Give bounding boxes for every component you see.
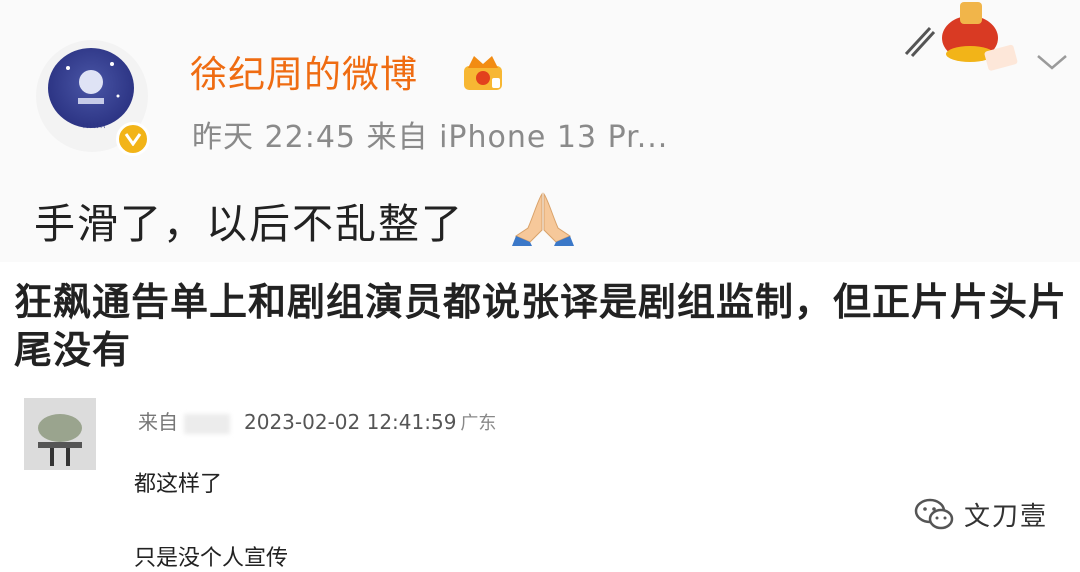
avatar-image xyxy=(48,48,134,128)
chevron-down-icon[interactable] xyxy=(1034,50,1070,74)
blurred-source xyxy=(184,413,230,434)
verified-badge-icon xyxy=(116,122,150,156)
watermark-text: 文刀壹 xyxy=(964,502,1049,532)
pray-hands-emoji xyxy=(512,190,574,246)
comment-location: 广东 xyxy=(460,413,497,434)
card-decoration xyxy=(900,0,1030,80)
watermark: 文刀壹 xyxy=(914,496,1048,533)
comment-line-1: 都这样了 xyxy=(134,472,223,497)
weibo-post-card: ⌇⌇⌇⌇⌇⌇⌇ 徐纪周的微博 昨天 22:45 来自 iPhone 13 Pr.… xyxy=(0,0,1080,262)
comment-meta: 来自 2023-02-02 12:41:59 广东 xyxy=(138,406,496,435)
headline: 狂飙通告单上和剧组演员都说张译是剧组监制，但正片片头片尾没有 xyxy=(14,280,1068,372)
comment-avatar[interactable] xyxy=(24,398,96,470)
username[interactable]: 徐纪周的微博 xyxy=(190,44,418,98)
crown-icon xyxy=(462,52,504,92)
comment-datetime: 2023-02-02 12:41:59 xyxy=(244,410,457,434)
post-meta: 昨天 22:45 来自 iPhone 13 Pr... xyxy=(192,120,669,155)
wechat-icon xyxy=(914,497,954,533)
post-text: 手滑了，以后不乱整了 xyxy=(34,200,464,248)
comment-from-label: 来自 xyxy=(138,410,178,434)
comment-line-2: 只是没个人宣传 xyxy=(134,546,289,571)
